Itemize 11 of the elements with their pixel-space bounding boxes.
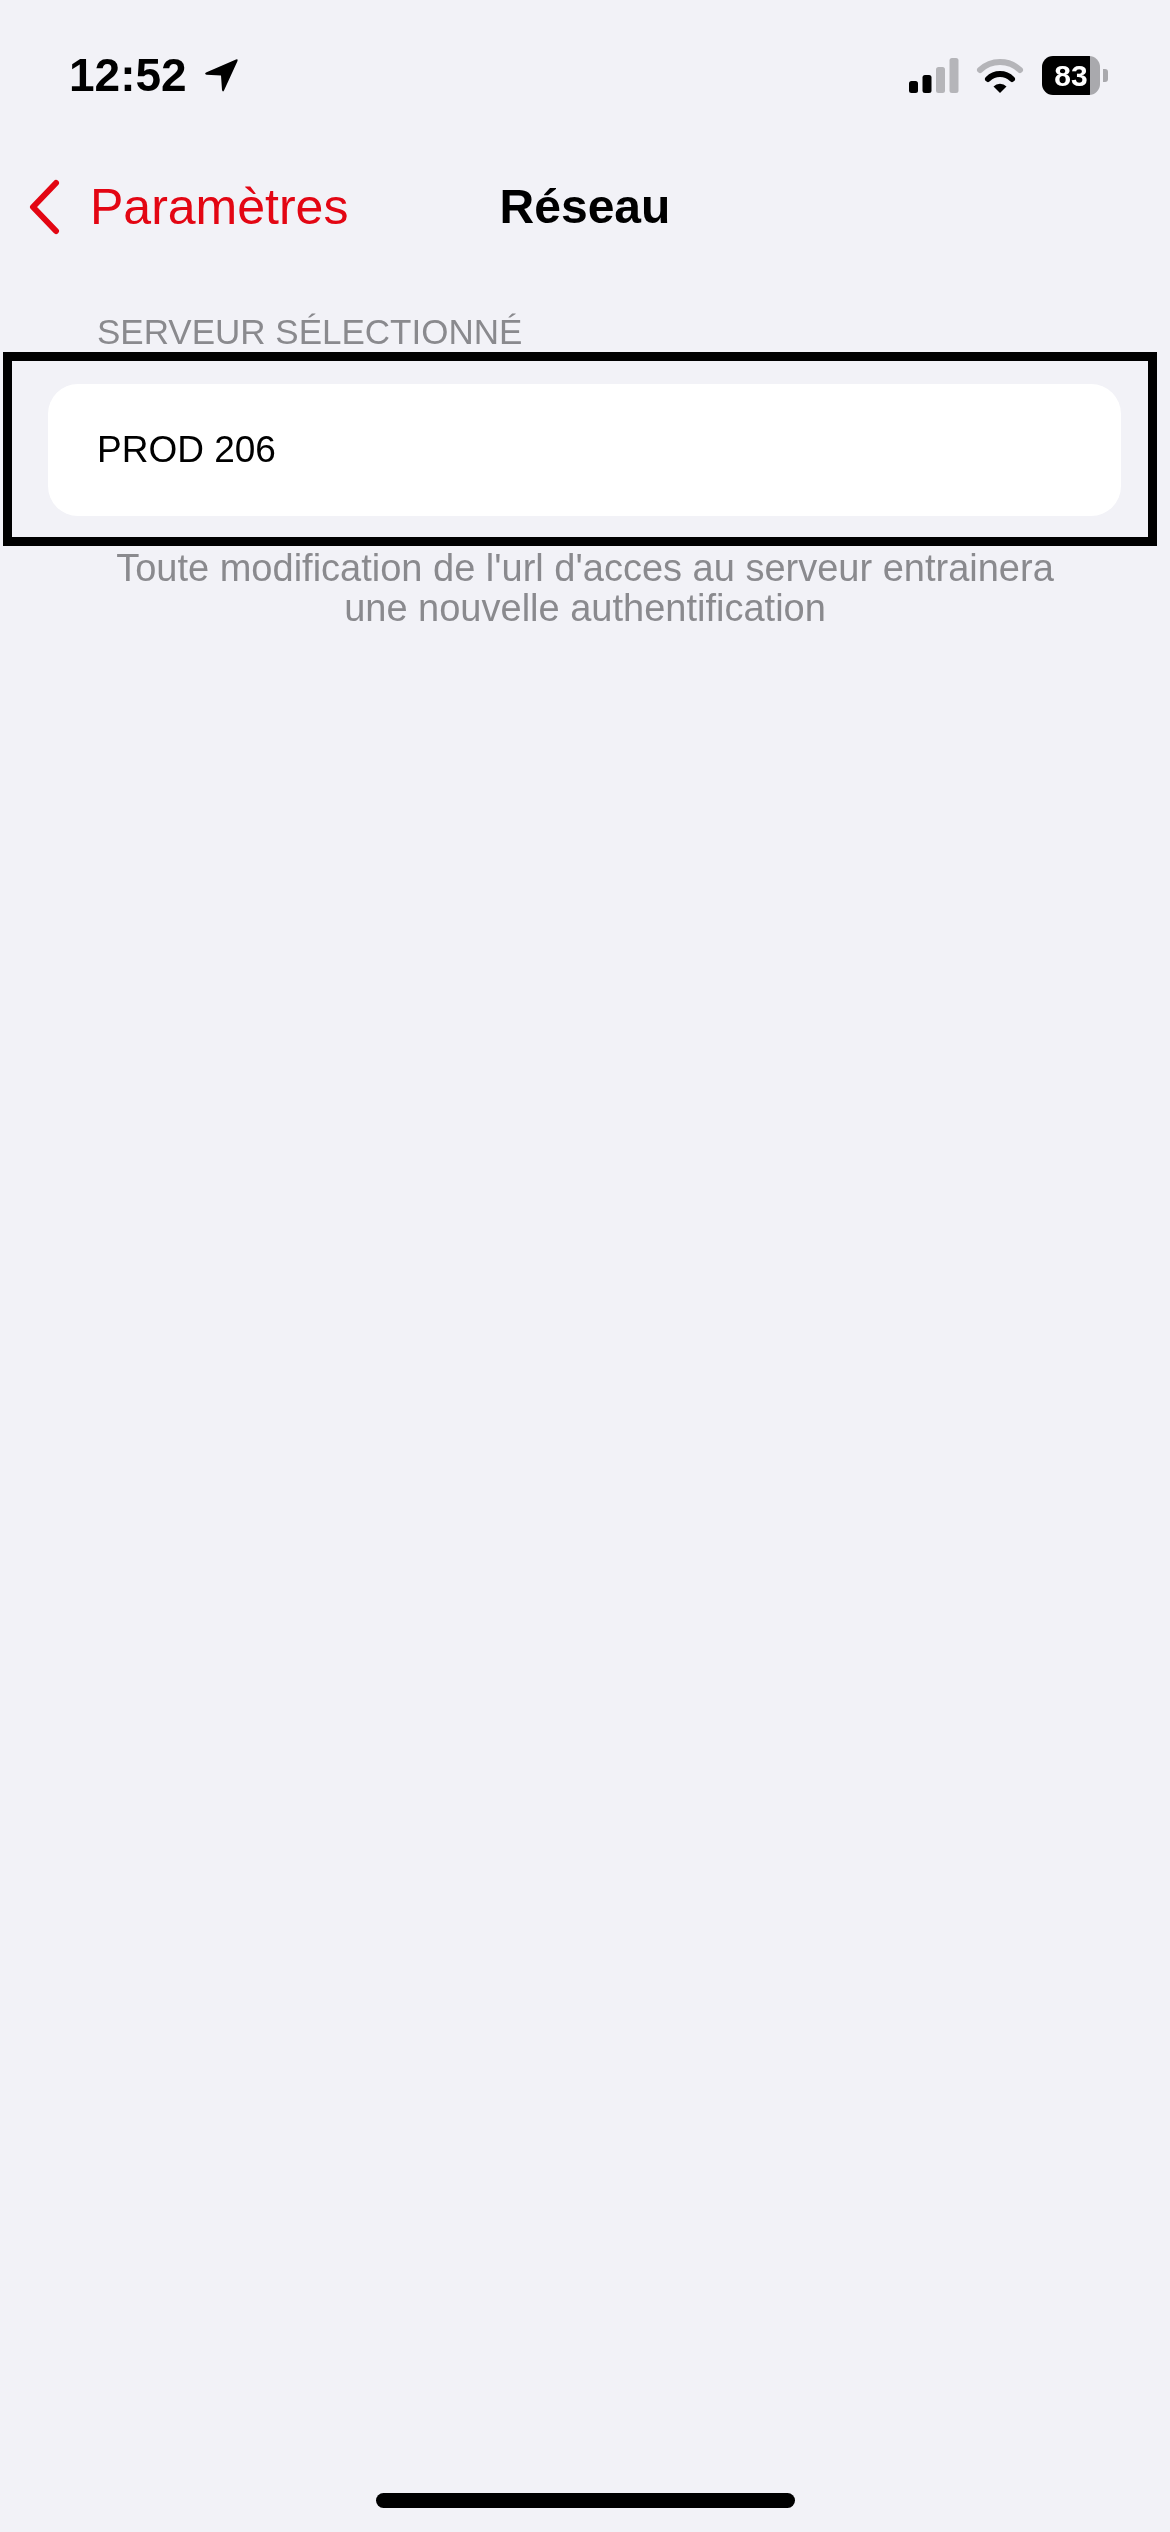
back-button[interactable]: Paramètres — [28, 177, 349, 237]
location-arrow-icon — [202, 57, 239, 93]
chevron-left-icon — [28, 179, 61, 235]
battery-indicator: 83 — [1042, 55, 1108, 95]
server-row[interactable]: PROD 206 — [48, 384, 1121, 516]
section-header: SERVEUR SÉLECTIONNÉ — [97, 312, 523, 351]
section-footer-text: Toute modification de l'url d'acces au serveur entrainera une nouvelle authentification — [115, 548, 1055, 628]
status-time: 12:52 — [69, 52, 187, 98]
wifi-icon — [976, 57, 1024, 93]
page-title: Réseau — [499, 179, 671, 235]
signal-icon — [909, 57, 959, 93]
